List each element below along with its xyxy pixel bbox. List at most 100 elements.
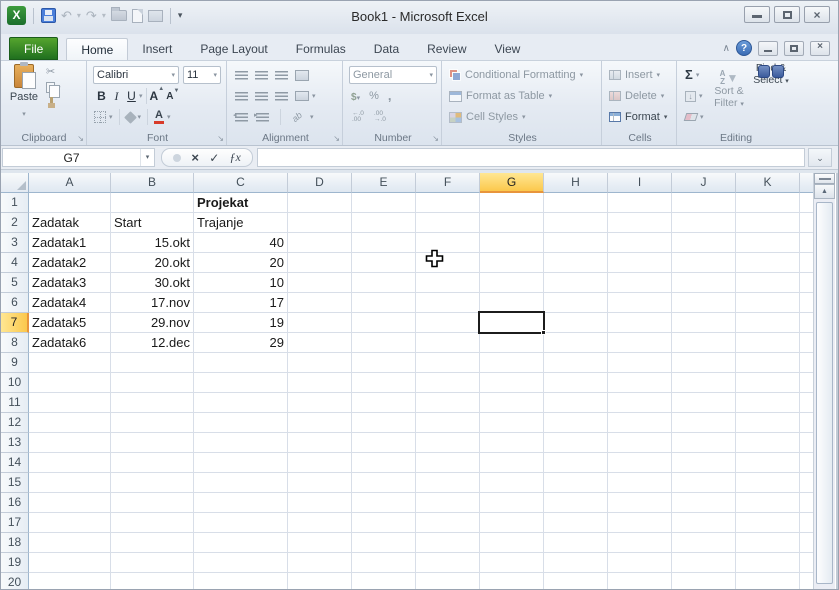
tab-home[interactable]: Home: [66, 38, 128, 60]
cell-A16[interactable]: [29, 493, 111, 513]
cell-D1[interactable]: [288, 193, 352, 213]
increase-indent-icon[interactable]: [256, 113, 269, 122]
font-dialog-launcher-icon[interactable]: ↘: [217, 134, 224, 143]
cell-A20[interactable]: [29, 573, 111, 590]
cell-K1[interactable]: [736, 193, 800, 213]
cell-B20[interactable]: [111, 573, 194, 590]
cell-H17[interactable]: [544, 513, 608, 533]
cell-F13[interactable]: [416, 433, 480, 453]
row-header-13[interactable]: 13: [1, 433, 29, 453]
cell-E10[interactable]: [352, 373, 416, 393]
cell-B14[interactable]: [111, 453, 194, 473]
cell-H8[interactable]: [544, 333, 608, 353]
cell-H19[interactable]: [544, 553, 608, 573]
row-header-19[interactable]: 19: [1, 553, 29, 573]
cell-K15[interactable]: [736, 473, 800, 493]
expand-formula-bar-icon[interactable]: ⌄: [808, 148, 832, 167]
cell-E5[interactable]: [352, 273, 416, 293]
cell-D11[interactable]: [288, 393, 352, 413]
align-left-icon[interactable]: [235, 92, 248, 101]
cell-A18[interactable]: [29, 533, 111, 553]
cell-H5[interactable]: [544, 273, 608, 293]
cell-J10[interactable]: [672, 373, 736, 393]
cell-F3[interactable]: [416, 233, 480, 253]
cell-A1[interactable]: [29, 193, 111, 213]
name-box[interactable]: G7 ▾: [2, 148, 155, 167]
cell-B5[interactable]: 30.okt: [111, 273, 194, 293]
row-header-9[interactable]: 9: [1, 353, 29, 373]
cell-E3[interactable]: [352, 233, 416, 253]
cell-E13[interactable]: [352, 433, 416, 453]
cell-E1[interactable]: [352, 193, 416, 213]
cell-B9[interactable]: [111, 353, 194, 373]
tab-data[interactable]: Data: [360, 38, 413, 60]
column-header-K[interactable]: K: [736, 173, 800, 193]
cell-H10[interactable]: [544, 373, 608, 393]
row-header-14[interactable]: 14: [1, 453, 29, 473]
cell-J13[interactable]: [672, 433, 736, 453]
cell-J20[interactable]: [672, 573, 736, 590]
autosum-icon[interactable]: Σ: [685, 68, 693, 82]
row-header-10[interactable]: 10: [1, 373, 29, 393]
cell-F14[interactable]: [416, 453, 480, 473]
cell-B12[interactable]: [111, 413, 194, 433]
cell-G12[interactable]: [480, 413, 544, 433]
row-header-7[interactable]: 7: [1, 313, 29, 333]
cell-K8[interactable]: [736, 333, 800, 353]
cell-C9[interactable]: [194, 353, 288, 373]
cell-J19[interactable]: [672, 553, 736, 573]
cell-I5[interactable]: [608, 273, 672, 293]
column-header-partial[interactable]: [800, 173, 814, 193]
minimize-button[interactable]: [744, 6, 770, 23]
cell-A8[interactable]: Zadatak6: [29, 333, 111, 353]
align-top-icon[interactable]: [235, 71, 248, 80]
cell-A15[interactable]: [29, 473, 111, 493]
cell-D20[interactable]: [288, 573, 352, 590]
cell-K4[interactable]: [736, 253, 800, 273]
row-header-12[interactable]: 12: [1, 413, 29, 433]
cell-A5[interactable]: Zadatak3: [29, 273, 111, 293]
select-all-corner[interactable]: [1, 173, 29, 193]
accounting-format-icon[interactable]: $▾: [351, 87, 360, 105]
help-icon[interactable]: ?: [736, 40, 752, 56]
underline-dropdown-icon[interactable]: ▾: [139, 92, 143, 100]
copy-button[interactable]: ▾: [46, 82, 61, 93]
row-header-2[interactable]: 2: [1, 213, 29, 233]
fill-icon[interactable]: [685, 91, 696, 102]
decrease-indent-icon[interactable]: [235, 113, 248, 122]
number-format-combo[interactable]: General▾: [349, 66, 437, 84]
cell-G13[interactable]: [480, 433, 544, 453]
cell-D7[interactable]: [288, 313, 352, 333]
cell-G11[interactable]: [480, 393, 544, 413]
cell-A4[interactable]: Zadatak2: [29, 253, 111, 273]
cell-G20[interactable]: [480, 573, 544, 590]
cell-G8[interactable]: [480, 333, 544, 353]
cell-J15[interactable]: [672, 473, 736, 493]
cell-E19[interactable]: [352, 553, 416, 573]
cell-E2[interactable]: [352, 213, 416, 233]
tab-view[interactable]: View: [481, 38, 535, 60]
cell-B3[interactable]: 15.okt: [111, 233, 194, 253]
cell-E9[interactable]: [352, 353, 416, 373]
cell-J1[interactable]: [672, 193, 736, 213]
cell-F8[interactable]: [416, 333, 480, 353]
cell-I19[interactable]: [608, 553, 672, 573]
merge-center-icon[interactable]: [295, 91, 309, 101]
column-header-D[interactable]: D: [288, 173, 352, 193]
cell-I7[interactable]: [608, 313, 672, 333]
increase-font-size-button[interactable]: A▲: [150, 89, 159, 103]
increase-decimal-icon[interactable]: ←.0.00: [350, 111, 366, 124]
column-header-I[interactable]: I: [608, 173, 672, 193]
cell-K2[interactable]: [736, 213, 800, 233]
cell-I20[interactable]: [608, 573, 672, 590]
cell-I17[interactable]: [608, 513, 672, 533]
cell-J12[interactable]: [672, 413, 736, 433]
cell-D15[interactable]: [288, 473, 352, 493]
cell-D17[interactable]: [288, 513, 352, 533]
cell-G19[interactable]: [480, 553, 544, 573]
cell-G14[interactable]: [480, 453, 544, 473]
cell-H14[interactable]: [544, 453, 608, 473]
cell-I12[interactable]: [608, 413, 672, 433]
cell-B19[interactable]: [111, 553, 194, 573]
cell-C5[interactable]: 10: [194, 273, 288, 293]
